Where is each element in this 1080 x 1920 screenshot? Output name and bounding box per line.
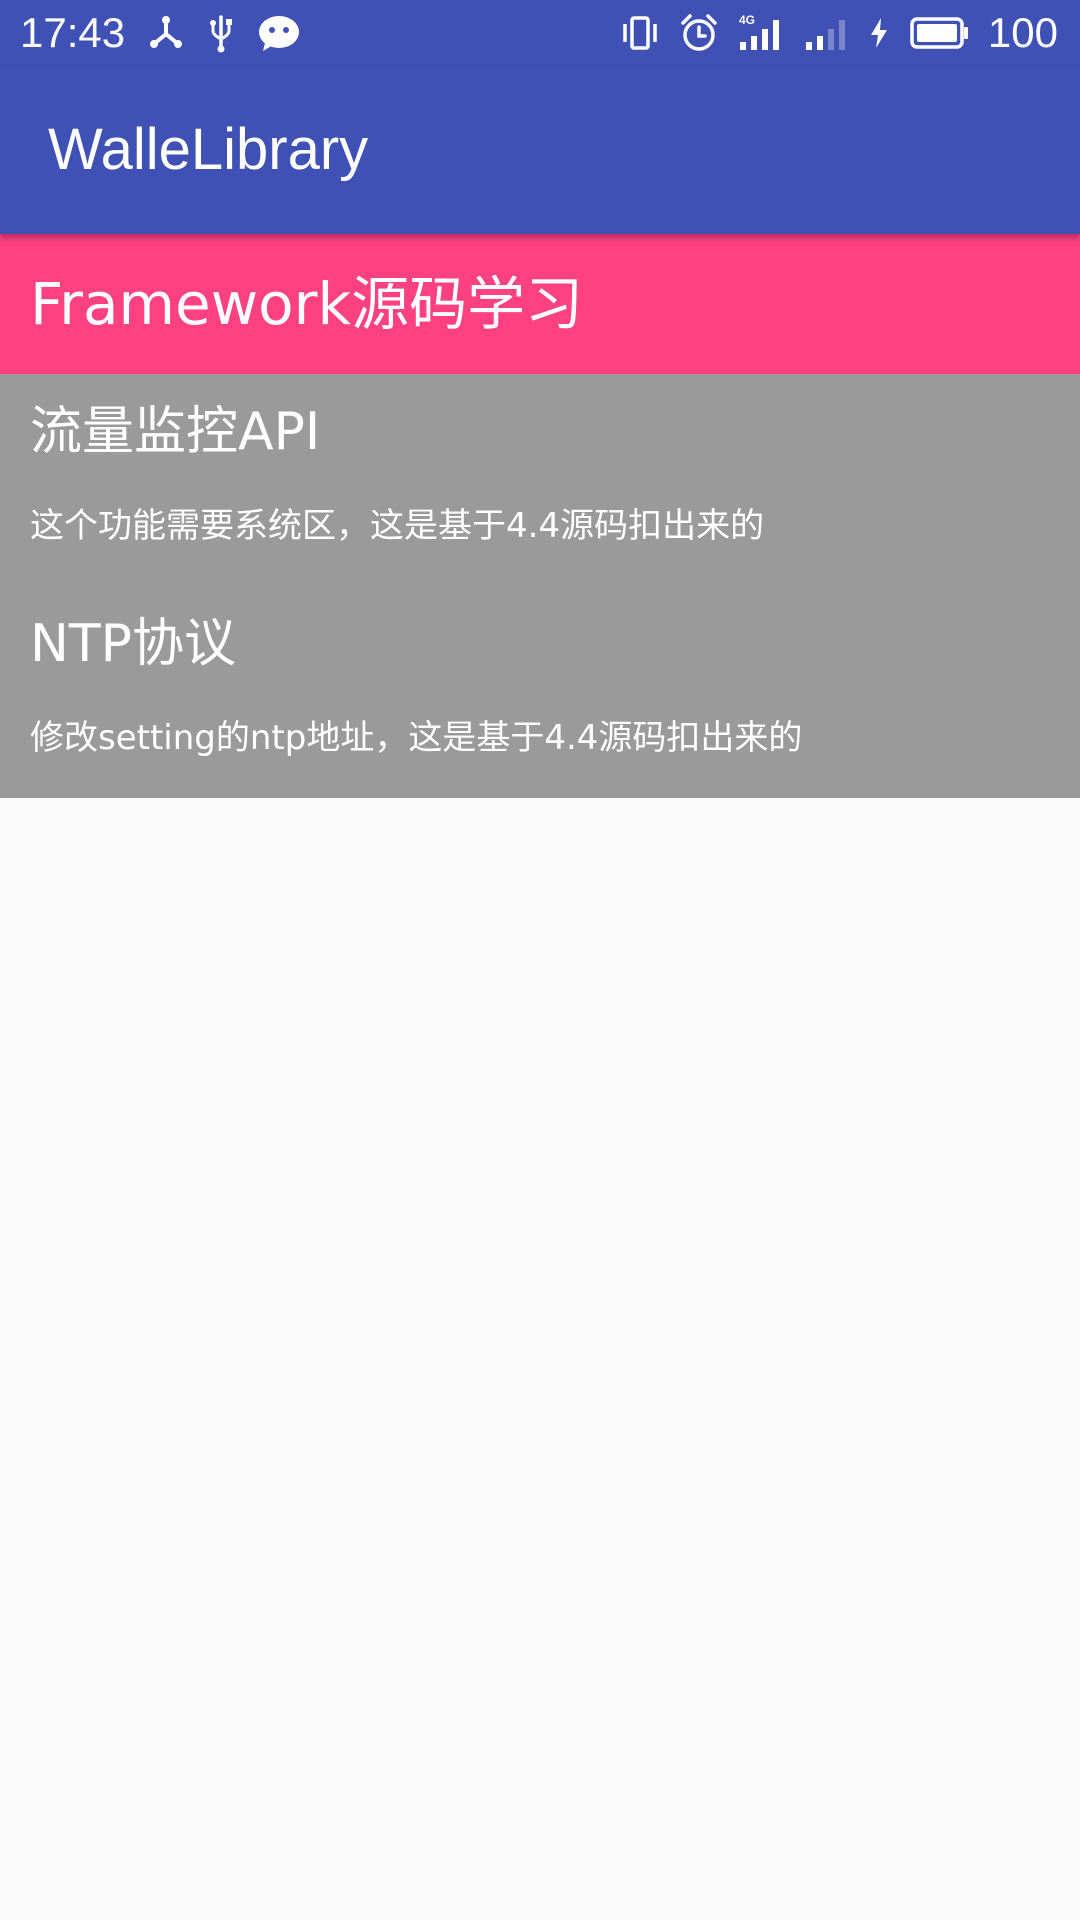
signal-4g-icon: 4G — [738, 0, 784, 66]
section-header: Framework源码学习 — [0, 234, 1080, 374]
svg-text:4G: 4G — [739, 13, 755, 27]
list-item-title: 流量监控API — [30, 402, 321, 462]
app-bar: WalleLibrary — [0, 66, 1080, 234]
usb-debug-icon — [147, 0, 185, 66]
status-bar-right: 4G 100 — [620, 0, 1058, 66]
status-time: 17:43 — [20, 9, 126, 56]
app-title: WalleLibrary — [48, 117, 369, 182]
section-title: Framework源码学习 — [30, 270, 584, 338]
feature-list: 流量监控API 这个功能需要系统区，这是基于4.4源码扣出来的 NTP协议 修改… — [0, 374, 1080, 798]
signal-icon — [802, 0, 850, 66]
list-item-description: 这个功能需要系统区，这是基于4.4源码扣出来的 — [30, 506, 765, 546]
battery-icon — [908, 0, 970, 66]
alarm-icon — [678, 0, 720, 66]
list-item-traffic-monitor[interactable]: 流量监控API 这个功能需要系统区，这是基于4.4源码扣出来的 — [0, 374, 1080, 586]
charging-icon — [868, 0, 890, 66]
usb-icon — [207, 0, 235, 66]
list-item-description: 修改setting的ntp地址，这是基于4.4源码扣出来的 — [30, 718, 803, 758]
status-bar-left: 17:43 — [20, 0, 301, 66]
battery-level: 100 — [987, 9, 1058, 56]
list-item-title: NTP协议 — [30, 614, 237, 674]
list-item-ntp-protocol[interactable]: NTP协议 修改setting的ntp地址，这是基于4.4源码扣出来的 — [0, 586, 1080, 798]
status-bar: 17:43 4G 100 — [0, 0, 1080, 66]
vibrate-icon — [620, 0, 660, 66]
wechat-icon — [257, 0, 301, 66]
